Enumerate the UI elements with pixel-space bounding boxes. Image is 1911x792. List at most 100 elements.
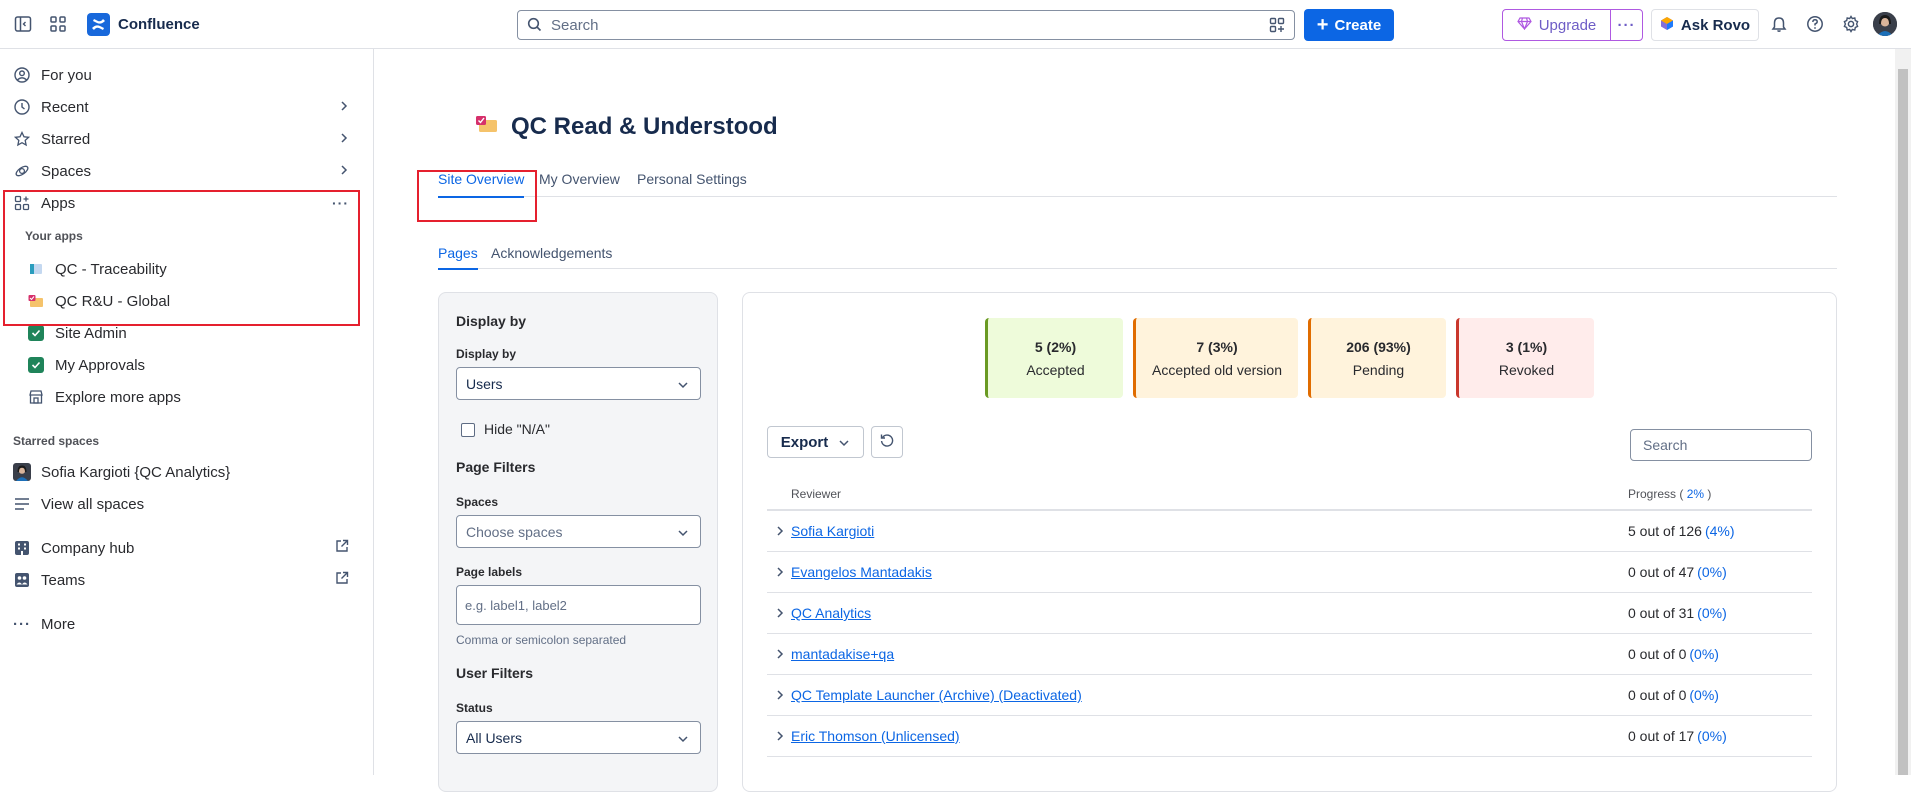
sidebar-starred-space[interactable]: Sofia Kargioti {QC Analytics} xyxy=(13,458,353,486)
sidebar-item-recent[interactable]: Recent xyxy=(13,93,353,121)
external-link-icon xyxy=(335,571,349,589)
progress-overall-link[interactable]: 2% xyxy=(1687,487,1704,501)
stat-revoked[interactable]: 3 (1%) Revoked xyxy=(1456,318,1594,398)
sidebar-more[interactable]: ··· More xyxy=(13,610,353,638)
refresh-button[interactable] xyxy=(871,426,903,458)
ask-rovo-label: Ask Rovo xyxy=(1680,16,1751,34)
table-row[interactable]: Evangelos Mantadakis 0 out of 47 (0%) xyxy=(767,552,1812,593)
chevron-right-icon[interactable] xyxy=(775,565,785,582)
stat-pending[interactable]: 206 (93%) Pending xyxy=(1308,318,1446,398)
plus-icon: + xyxy=(1316,14,1329,36)
chevron-right-icon[interactable] xyxy=(339,163,349,180)
tab-pages[interactable]: Pages xyxy=(438,236,478,270)
space-avatar xyxy=(13,463,31,481)
sidebar-item-label: Starred xyxy=(41,130,91,148)
spaces-label: Spaces xyxy=(456,495,499,509)
progress-percent-link[interactable]: (4%) xyxy=(1705,523,1735,539)
sidebar-item-label: Explore more apps xyxy=(55,388,181,406)
sidebar-item-spaces[interactable]: Spaces xyxy=(13,157,353,185)
top-navigation: Confluence Search + Create Upgrade ··· A… xyxy=(0,0,1911,49)
tab-personal-settings[interactable]: Personal Settings xyxy=(637,161,747,197)
stat-accepted[interactable]: 5 (2%) Accepted xyxy=(985,318,1123,398)
reviewer-link[interactable]: Eric Thomson (Unlicensed) xyxy=(791,728,960,744)
chevron-right-icon[interactable] xyxy=(339,99,349,116)
table-row[interactable]: mantadakise+qa 0 out of 0 (0%) xyxy=(767,634,1812,675)
create-label: Create xyxy=(1334,16,1382,34)
confluence-logo[interactable]: Confluence xyxy=(87,13,200,36)
tab-my-overview[interactable]: My Overview xyxy=(539,161,620,197)
reviewer-link[interactable]: QC Template Launcher (Archive) (Deactiva… xyxy=(791,687,1082,703)
building-icon xyxy=(13,539,31,557)
upgrade-button[interactable]: Upgrade xyxy=(1503,10,1611,40)
sidebar-item-label: My Approvals xyxy=(55,356,146,374)
hide-na-checkbox[interactable] xyxy=(461,423,475,437)
chevron-right-icon[interactable] xyxy=(775,524,785,541)
page-labels-input[interactable]: e.g. label1, label2 xyxy=(456,585,701,625)
ask-rovo-button[interactable]: Ask Rovo xyxy=(1651,9,1759,41)
search-filter-icon[interactable] xyxy=(1269,17,1285,37)
table-search-input[interactable]: Search xyxy=(1630,429,1812,461)
read-understood-app-icon xyxy=(475,113,499,141)
external-link-icon xyxy=(335,539,349,557)
bell-icon[interactable] xyxy=(1768,13,1790,35)
create-button[interactable]: + Create xyxy=(1304,9,1394,41)
settings-icon[interactable] xyxy=(1840,13,1862,35)
chevron-right-icon[interactable] xyxy=(775,688,785,705)
progress-percent-link[interactable]: (0%) xyxy=(1697,605,1727,621)
column-header-reviewer[interactable]: Reviewer xyxy=(791,487,841,501)
progress-percent-link[interactable]: (0%) xyxy=(1689,646,1719,662)
progress-percent-link[interactable]: (0%) xyxy=(1697,728,1727,744)
stat-label: Revoked xyxy=(1498,361,1555,378)
stat-accepted-old-version[interactable]: 7 (3%) Accepted old version xyxy=(1133,318,1298,398)
progress-percent-link[interactable]: (0%) xyxy=(1697,564,1727,580)
progress-text: 0 out of 0 xyxy=(1628,687,1687,703)
confluence-logo-icon xyxy=(87,13,110,36)
app-switcher-icon[interactable] xyxy=(47,13,69,35)
progress-header-close: ) xyxy=(1707,487,1712,501)
chevron-right-icon[interactable] xyxy=(339,131,349,148)
more-icon: ··· xyxy=(13,615,31,633)
table-row[interactable]: QC Analytics 0 out of 31 (0%) xyxy=(767,593,1812,634)
avatar[interactable] xyxy=(1873,12,1897,36)
chevron-right-icon[interactable] xyxy=(775,647,785,664)
chevron-right-icon[interactable] xyxy=(775,729,785,746)
sidebar-item-starred[interactable]: Starred xyxy=(13,125,353,153)
help-icon[interactable] xyxy=(1804,13,1826,35)
user-filters-heading: User Filters xyxy=(456,665,534,681)
upgrade-group: Upgrade ··· xyxy=(1502,9,1643,41)
marketplace-icon xyxy=(27,388,45,406)
status-select[interactable]: All Users xyxy=(456,721,701,754)
scrollbar-thumb[interactable] xyxy=(1898,69,1908,775)
teams-icon xyxy=(13,571,31,589)
search-input[interactable]: Search xyxy=(517,10,1295,40)
sidebar-item-label: Teams xyxy=(41,571,86,589)
chevron-down-icon xyxy=(838,434,850,451)
page-title-text: QC Read & Understood xyxy=(511,113,778,140)
spaces-select[interactable]: Choose spaces xyxy=(456,515,701,548)
sidebar-view-all-spaces[interactable]: View all spaces xyxy=(13,490,353,518)
chevron-right-icon[interactable] xyxy=(775,606,785,623)
sidebar-teams[interactable]: Teams xyxy=(13,566,353,594)
clock-icon xyxy=(13,98,31,116)
scrollbar[interactable] xyxy=(1895,49,1911,775)
sidebar-company-hub[interactable]: Company hub xyxy=(13,534,353,562)
reviewer-link[interactable]: QC Analytics xyxy=(791,605,871,621)
reviewer-link[interactable]: Evangelos Mantadakis xyxy=(791,564,932,580)
table-row[interactable]: QC Template Launcher (Archive) (Deactiva… xyxy=(767,675,1812,716)
display-by-select[interactable]: Users xyxy=(456,367,701,400)
sidebar-item-for-you[interactable]: For you xyxy=(13,61,353,89)
sidebar-app-my-approvals[interactable]: My Approvals xyxy=(27,351,353,379)
progress-percent-link[interactable]: (0%) xyxy=(1689,687,1719,703)
table-row[interactable]: Eric Thomson (Unlicensed) 0 out of 17 (0%) xyxy=(767,716,1812,757)
reviewer-link[interactable]: Sofia Kargioti xyxy=(791,523,874,539)
reviewer-link[interactable]: mantadakise+qa xyxy=(791,646,894,662)
table-search-placeholder: Search xyxy=(1643,437,1688,453)
sidebar-explore-apps[interactable]: Explore more apps xyxy=(27,383,353,411)
tab-acknowledgements[interactable]: Acknowledgements xyxy=(491,236,612,269)
table-row[interactable]: Sofia Kargioti 5 out of 126 (4%) xyxy=(767,511,1812,552)
page-labels-placeholder: e.g. label1, label2 xyxy=(465,597,567,613)
export-button[interactable]: Export xyxy=(767,426,864,458)
progress-header-label: Progress ( xyxy=(1628,487,1684,501)
sidebar-toggle-icon[interactable] xyxy=(12,13,34,35)
more-icon[interactable]: ··· xyxy=(1611,10,1642,40)
